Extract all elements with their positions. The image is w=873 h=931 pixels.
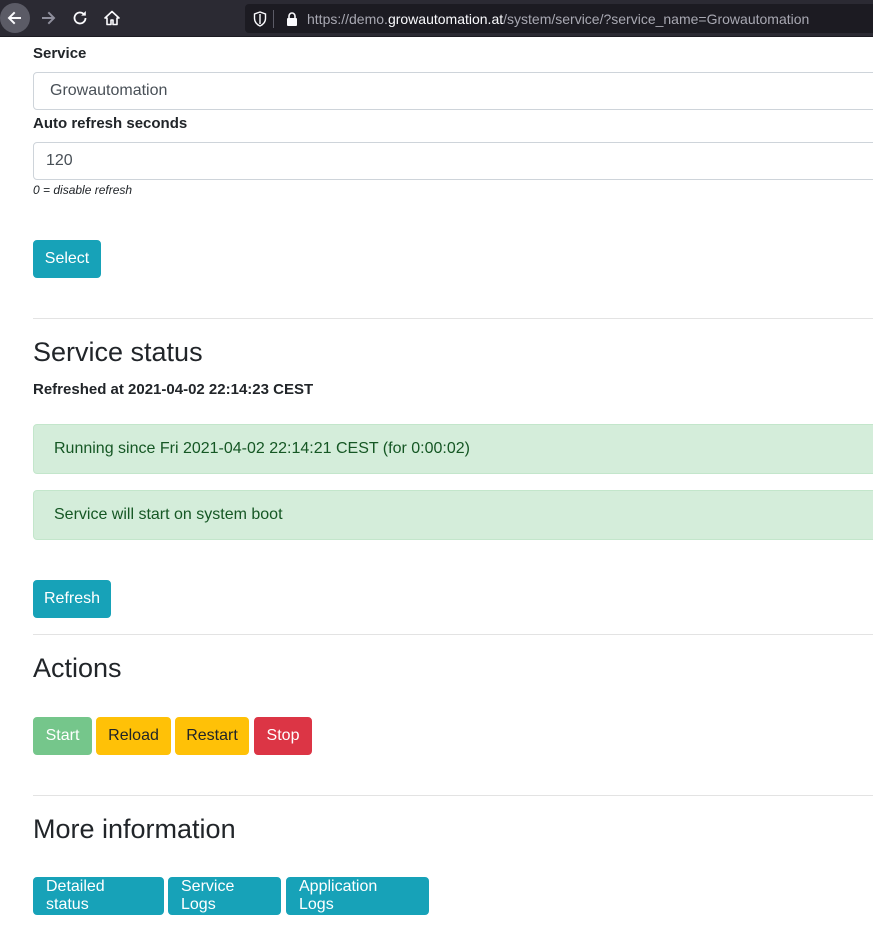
actions-heading: Actions bbox=[33, 653, 122, 683]
service-select-value: Growautomation bbox=[50, 82, 168, 99]
home-icon[interactable] bbox=[97, 3, 127, 33]
url-path: /system/service/?service_name=Growautoma… bbox=[503, 10, 810, 27]
refresh-button[interactable]: Refresh bbox=[33, 580, 111, 618]
running-status-alert: Running since Fri 2021-04-02 22:14:21 CE… bbox=[33, 424, 873, 474]
url-divider bbox=[273, 9, 274, 28]
refresh-seconds-input[interactable]: 120 bbox=[33, 142, 873, 180]
refresh-help-text: 0 = disable refresh bbox=[33, 183, 133, 197]
more-information-heading: More information bbox=[33, 814, 236, 844]
url-prefix: https://demo. bbox=[307, 10, 388, 27]
url-host: growautomation.at bbox=[387, 10, 504, 27]
select-button[interactable]: Select bbox=[33, 240, 101, 278]
shield-icon[interactable] bbox=[249, 4, 271, 33]
reload-button[interactable]: Reload bbox=[96, 717, 171, 755]
service-status-heading: Service status bbox=[33, 337, 203, 367]
browser-toolbar: https://demo.growautomation.at/system/se… bbox=[0, 0, 873, 37]
back-arrow-icon[interactable] bbox=[0, 3, 30, 33]
running-status-text: Running since Fri 2021-04-02 22:14:21 CE… bbox=[54, 440, 470, 457]
refresh-seconds-value: 120 bbox=[46, 152, 73, 169]
divider bbox=[33, 634, 873, 635]
detailed-status-button[interactable]: Detailed status bbox=[33, 877, 164, 915]
forward-arrow-icon[interactable] bbox=[33, 3, 63, 33]
url-text[interactable]: https://demo.growautomation.at/system/se… bbox=[307, 11, 809, 27]
boot-status-alert: Service will start on system boot bbox=[33, 490, 873, 540]
restart-button[interactable]: Restart bbox=[175, 717, 249, 755]
stop-button[interactable]: Stop bbox=[254, 717, 312, 755]
url-bar[interactable]: https://demo.growautomation.at/system/se… bbox=[245, 4, 873, 33]
service-label: Service bbox=[33, 45, 87, 62]
reload-icon[interactable] bbox=[65, 3, 95, 33]
application-logs-button[interactable]: Application Logs bbox=[286, 877, 429, 915]
divider bbox=[33, 318, 873, 319]
lock-icon[interactable] bbox=[281, 4, 303, 33]
service-logs-button[interactable]: Service Logs bbox=[168, 877, 281, 915]
divider bbox=[33, 795, 873, 796]
service-select[interactable]: Growautomation bbox=[33, 72, 873, 110]
start-button[interactable]: Start bbox=[33, 717, 92, 755]
refreshed-timestamp: Refreshed at 2021-04-02 22:14:23 CEST bbox=[33, 381, 314, 398]
boot-status-text: Service will start on system boot bbox=[54, 506, 283, 523]
refresh-seconds-label: Auto refresh seconds bbox=[33, 115, 188, 132]
